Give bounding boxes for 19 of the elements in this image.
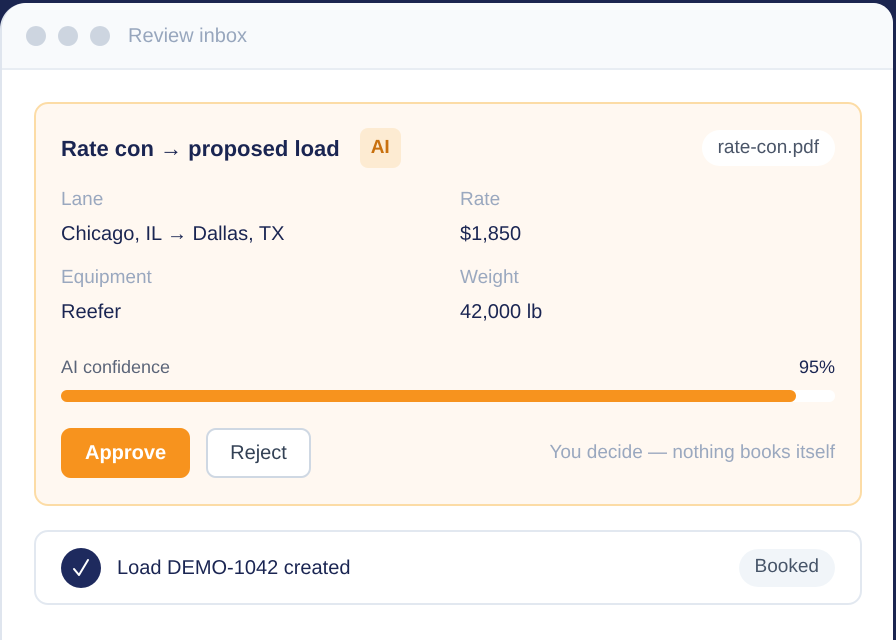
confidence-label: AI confidence: [61, 356, 170, 379]
confidence-reading: 95%: [798, 356, 835, 379]
field-value: 42,000 lb: [460, 300, 544, 324]
field-value: Reefer: [61, 300, 122, 324]
attachment-chip[interactable]: rate-con.pdf: [702, 130, 835, 166]
status-badge: Booked: [738, 548, 835, 586]
field-value: Chicago, IL → Dallas, TX: [61, 222, 286, 246]
reject-button[interactable]: Reject: [206, 428, 311, 478]
ai-badge: AI: [360, 128, 401, 168]
window-title: Review inbox: [128, 24, 247, 48]
check-circle-icon: [61, 548, 101, 588]
result-message: Load DEMO-1042 created: [117, 556, 350, 580]
field-label: Lane: [61, 188, 104, 212]
field-label: Rate: [460, 188, 502, 212]
field-label: Weight: [460, 266, 520, 290]
field-label: Equipment: [61, 266, 153, 290]
field-value: $1,850: [460, 222, 522, 246]
card-title: Rate con → proposed load: [61, 134, 340, 163]
hint-text: You decide — nothing books itself: [549, 440, 835, 465]
